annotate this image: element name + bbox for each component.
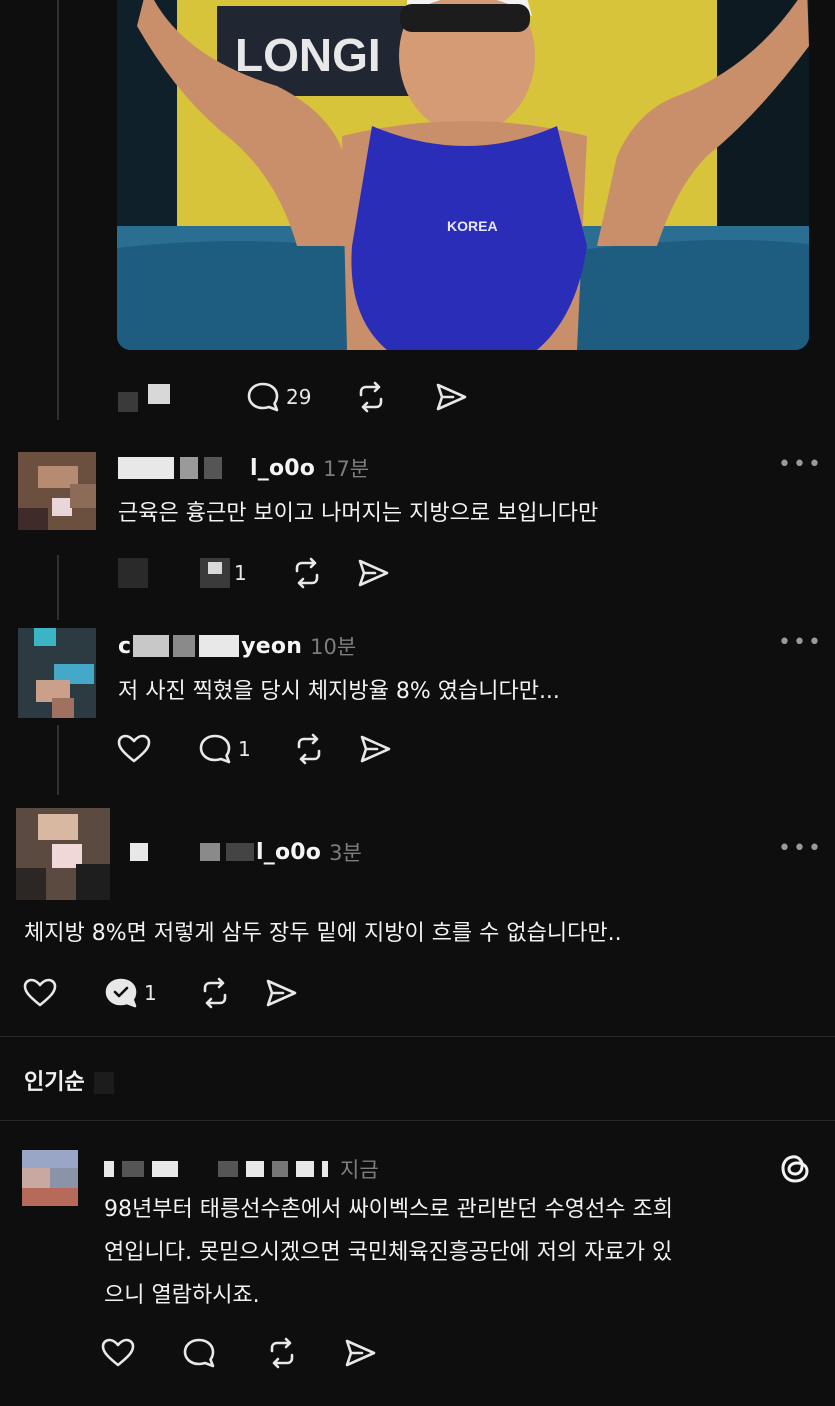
heart-icon xyxy=(101,1338,135,1367)
divider xyxy=(0,1036,835,1037)
repost-button[interactable] xyxy=(264,1336,300,1370)
post-photo[interactable]: LONGI KOREA xyxy=(117,0,809,350)
swimmer-photo: LONGI KOREA xyxy=(117,0,809,350)
thread-line xyxy=(57,725,59,795)
threads-logo-icon[interactable] xyxy=(778,1150,812,1186)
comment-count: 1 xyxy=(144,981,157,1005)
share-icon xyxy=(266,979,297,1007)
share-button[interactable] xyxy=(357,732,393,766)
comment-icon xyxy=(183,1338,215,1368)
thread-line xyxy=(57,555,59,620)
thread-line xyxy=(57,0,59,420)
username[interactable]: l_o0o xyxy=(250,456,315,481)
heart-icon xyxy=(23,978,57,1007)
repost-button[interactable] xyxy=(197,976,233,1010)
reply-text-line: 연입니다. 못믿으시겠으면 국민체육진흥공단에 저의 자료가 있 xyxy=(104,1240,673,1265)
reply-header: 지금 xyxy=(104,1154,379,1184)
commented-icon xyxy=(105,978,137,1008)
timestamp: 10분 xyxy=(310,635,357,659)
repost-icon xyxy=(203,977,227,1009)
repost-icon xyxy=(360,381,383,413)
share-button[interactable] xyxy=(433,380,469,414)
username-redacted xyxy=(133,635,240,657)
username[interactable]: l_o0o xyxy=(256,840,321,865)
share-button[interactable] xyxy=(355,556,391,590)
share-button[interactable] xyxy=(342,1336,378,1370)
comment-count: 29 xyxy=(286,385,312,409)
comment-icon xyxy=(200,558,230,588)
share-icon xyxy=(360,735,391,763)
divider xyxy=(0,1120,835,1121)
avatar[interactable] xyxy=(16,808,110,900)
reply-actions: 1 xyxy=(118,556,391,590)
heart-icon xyxy=(117,734,151,763)
timestamp: 17분 xyxy=(323,457,370,481)
repost-button[interactable] xyxy=(353,380,389,414)
reply-text-line: 98년부터 태릉선수촌에서 싸이벡스로 관리받던 수영선수 조희 xyxy=(104,1197,673,1222)
timestamp: 지금 xyxy=(340,1158,379,1182)
reply-text: 근육은 흉근만 보이고 나머지는 지방으로 보입니다만 xyxy=(118,501,599,526)
share-icon xyxy=(345,1339,376,1367)
author-name-redacted xyxy=(118,378,188,412)
reply-actions xyxy=(100,1336,378,1370)
username-redacted xyxy=(130,843,254,861)
timestamp: 3분 xyxy=(329,841,362,865)
svg-text:KOREA: KOREA xyxy=(447,218,498,234)
repost-icon xyxy=(295,557,319,589)
comment-button[interactable] xyxy=(182,1336,218,1370)
comment-count: 1 xyxy=(238,737,251,761)
share-icon xyxy=(437,383,467,411)
like-button[interactable] xyxy=(22,976,58,1010)
chevron-down-icon xyxy=(94,1072,115,1094)
reply-text: 저 사진 찍혔을 당시 체지방율 8% 였습니다만... xyxy=(118,679,560,704)
comment-button[interactable]: 29 xyxy=(246,380,311,414)
repost-icon xyxy=(297,733,321,765)
comment-button[interactable]: 1 xyxy=(198,732,251,766)
comment-icon xyxy=(247,382,279,412)
username-redacted xyxy=(104,1161,328,1177)
repost-button[interactable] xyxy=(289,556,325,590)
reply-header: l_o0o 3분 xyxy=(130,837,362,867)
share-button[interactable] xyxy=(263,976,299,1010)
svg-text:LONGI: LONGI xyxy=(235,29,381,81)
username-end[interactable]: yeon xyxy=(241,634,302,659)
like-button[interactable] xyxy=(100,1336,136,1370)
repost-icon xyxy=(270,1337,294,1369)
reply-actions: 1 xyxy=(22,976,299,1010)
like-button-redacted[interactable] xyxy=(118,558,148,588)
username-redacted xyxy=(118,457,222,479)
more-icon[interactable]: ••• xyxy=(778,630,823,655)
reply-text: 체지방 8%면 저렇게 삼두 장두 밑에 지방이 흐를 수 없습니다만.. xyxy=(24,921,622,946)
reply-header: l_o0o 17분 xyxy=(118,453,369,483)
reply-text-line: 으니 열람하시죠. xyxy=(104,1283,260,1308)
sort-dropdown[interactable]: 인기순 xyxy=(24,1064,115,1096)
reply-actions: 1 xyxy=(116,732,393,766)
more-icon[interactable]: ••• xyxy=(778,836,823,861)
reply-text: 98년부터 태릉선수촌에서 싸이벡스로 관리받던 수영선수 조희 연입니다. 못… xyxy=(104,1188,673,1317)
repost-button[interactable] xyxy=(291,732,327,766)
avatar[interactable] xyxy=(22,1150,78,1206)
post-actions: 29 xyxy=(246,380,469,414)
share-icon xyxy=(358,559,389,587)
sort-label: 인기순 xyxy=(24,1070,85,1095)
username-start[interactable]: c xyxy=(118,634,131,659)
avatar[interactable] xyxy=(18,628,96,718)
reply-header: c yeon 10분 xyxy=(118,631,356,661)
comment-button[interactable]: 1 xyxy=(104,976,157,1010)
more-icon[interactable]: ••• xyxy=(778,452,823,477)
comment-icon xyxy=(199,734,231,764)
comment-count: 1 xyxy=(234,561,247,585)
avatar[interactable] xyxy=(18,452,96,530)
like-button[interactable] xyxy=(116,732,152,766)
comment-button[interactable]: 1 xyxy=(200,558,247,588)
